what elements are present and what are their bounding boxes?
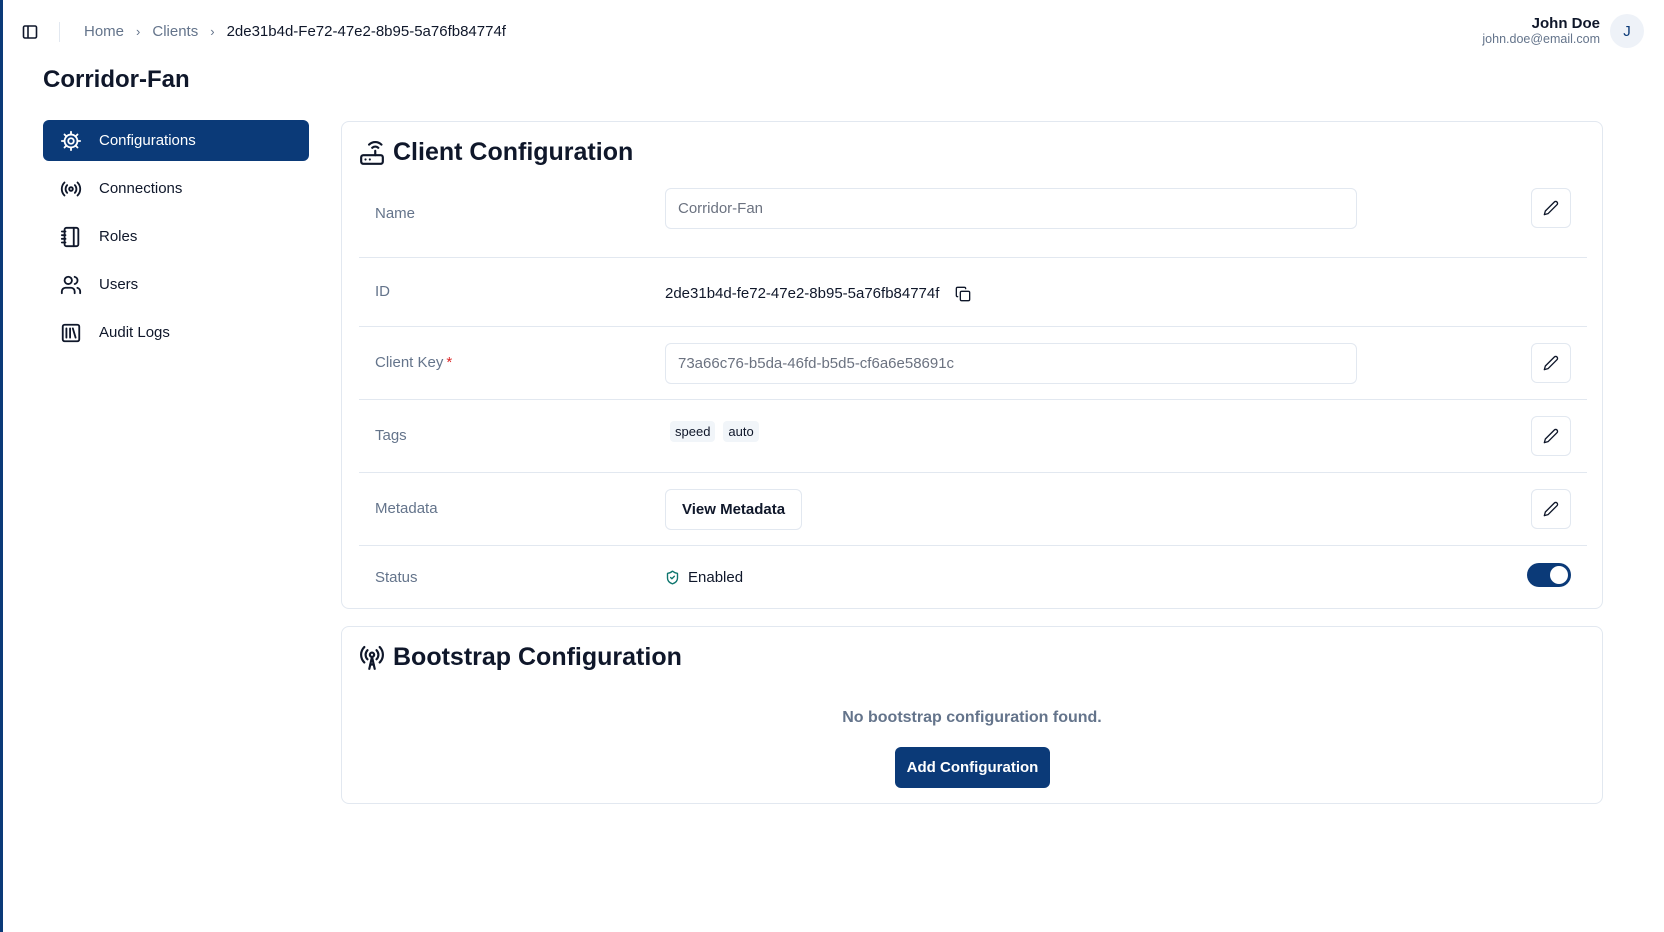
router-icon (360, 140, 384, 165)
row-tags: Tags speed auto (359, 400, 1587, 473)
client-key-input[interactable] (665, 343, 1357, 384)
user-name: John Doe (1531, 15, 1600, 33)
chevron-right-icon: › (136, 24, 141, 39)
sidebar-toggle-icon[interactable] (22, 24, 38, 40)
window-edge (0, 0, 3, 932)
status-badge: Enabled (688, 569, 744, 586)
client-key-label-text: Client Key (375, 354, 444, 371)
toggle-knob (1550, 566, 1568, 584)
sidebar: Configurations Connections Roles Users A… (43, 120, 309, 360)
library-icon (59, 321, 83, 345)
bootstrap-configuration-card: Bootstrap Configuration No bootstrap con… (341, 626, 1603, 804)
edit-client-key-button[interactable] (1531, 343, 1571, 383)
edit-name-button[interactable] (1531, 188, 1571, 228)
header-divider (59, 22, 60, 42)
notebook-icon (59, 225, 83, 249)
client-configuration-card: Client Configuration Name ID 2de31b4d-fe… (341, 121, 1603, 609)
client-key-label: Client Key * (375, 354, 452, 371)
edit-metadata-button[interactable] (1531, 489, 1571, 529)
breadcrumb: Home › Clients › 2de31b4d-Fe72-47e2-8b95… (84, 23, 506, 40)
broadcast-icon (59, 177, 83, 201)
page-title: Corridor-Fan (43, 66, 190, 93)
status-toggle[interactable] (1527, 563, 1571, 587)
id-label: ID (375, 283, 390, 300)
row-client-key: Client Key * (359, 327, 1587, 400)
user-info: John Doe john.doe@email.com (1482, 16, 1600, 46)
shield-check-icon (666, 570, 679, 585)
sidebar-item-label: Users (99, 276, 139, 293)
sidebar-item-users[interactable]: Users (43, 264, 309, 305)
metadata-label: Metadata (375, 500, 438, 517)
status-label: Status (375, 569, 418, 586)
sidebar-item-connections[interactable]: Connections (43, 168, 309, 209)
client-configuration-title: Client Configuration (359, 138, 633, 167)
breadcrumb-home[interactable]: Home (84, 23, 124, 40)
add-configuration-button[interactable]: Add Configuration (895, 747, 1050, 788)
bootstrap-configuration-title: Bootstrap Configuration (359, 643, 682, 672)
row-id: ID 2de31b4d-fe72-47e2-8b95-5a76fb84774f (359, 258, 1587, 327)
card-title-text: Bootstrap Configuration (393, 643, 682, 671)
view-metadata-button[interactable]: View Metadata (665, 489, 803, 530)
tag: speed (670, 421, 716, 442)
pencil-icon (1543, 501, 1559, 517)
tags-label: Tags (375, 427, 407, 444)
required-mark: * (446, 354, 453, 371)
sidebar-item-audit-logs[interactable]: Audit Logs (43, 312, 309, 353)
users-icon (59, 273, 83, 297)
sidebar-item-label: Roles (99, 228, 138, 245)
gear-icon (59, 129, 83, 153)
avatar[interactable]: J (1610, 14, 1644, 48)
sidebar-item-label: Connections (99, 180, 183, 197)
copy-icon[interactable] (955, 286, 971, 302)
sidebar-item-roles[interactable]: Roles (43, 216, 309, 257)
row-status: Status Enabled (359, 546, 1587, 616)
edit-tags-button[interactable] (1531, 416, 1571, 456)
user-menu[interactable]: John Doe john.doe@email.com J (1482, 14, 1644, 48)
breadcrumb-clients[interactable]: Clients (152, 23, 198, 40)
sidebar-item-configurations[interactable]: Configurations (43, 120, 309, 161)
name-label: Name (375, 205, 416, 222)
user-email: john.doe@email.com (1482, 32, 1600, 47)
row-name: Name (359, 185, 1587, 258)
chevron-right-icon: › (210, 24, 215, 39)
id-value: 2de31b4d-fe72-47e2-8b95-5a76fb84774f (665, 285, 940, 302)
top-bar: Home › Clients › 2de31b4d-Fe72-47e2-8b95… (0, 0, 1664, 62)
pencil-icon (1543, 200, 1559, 216)
row-metadata: Metadata View Metadata (359, 473, 1587, 546)
pencil-icon (1543, 428, 1559, 444)
antenna-icon (360, 645, 384, 670)
empty-state-message: No bootstrap configuration found. (842, 709, 1102, 726)
sidebar-item-label: Audit Logs (99, 324, 170, 341)
name-input[interactable] (665, 188, 1357, 229)
breadcrumb-current: 2de31b4d-Fe72-47e2-8b95-5a76fb84774f (226, 23, 506, 40)
tag: auto (723, 421, 759, 442)
pencil-icon (1543, 355, 1559, 371)
config-rows: Name ID 2de31b4d-fe72-47e2-8b95-5a76fb84… (359, 185, 1587, 616)
sidebar-item-label: Configurations (99, 132, 196, 149)
card-title-text: Client Configuration (393, 138, 634, 166)
